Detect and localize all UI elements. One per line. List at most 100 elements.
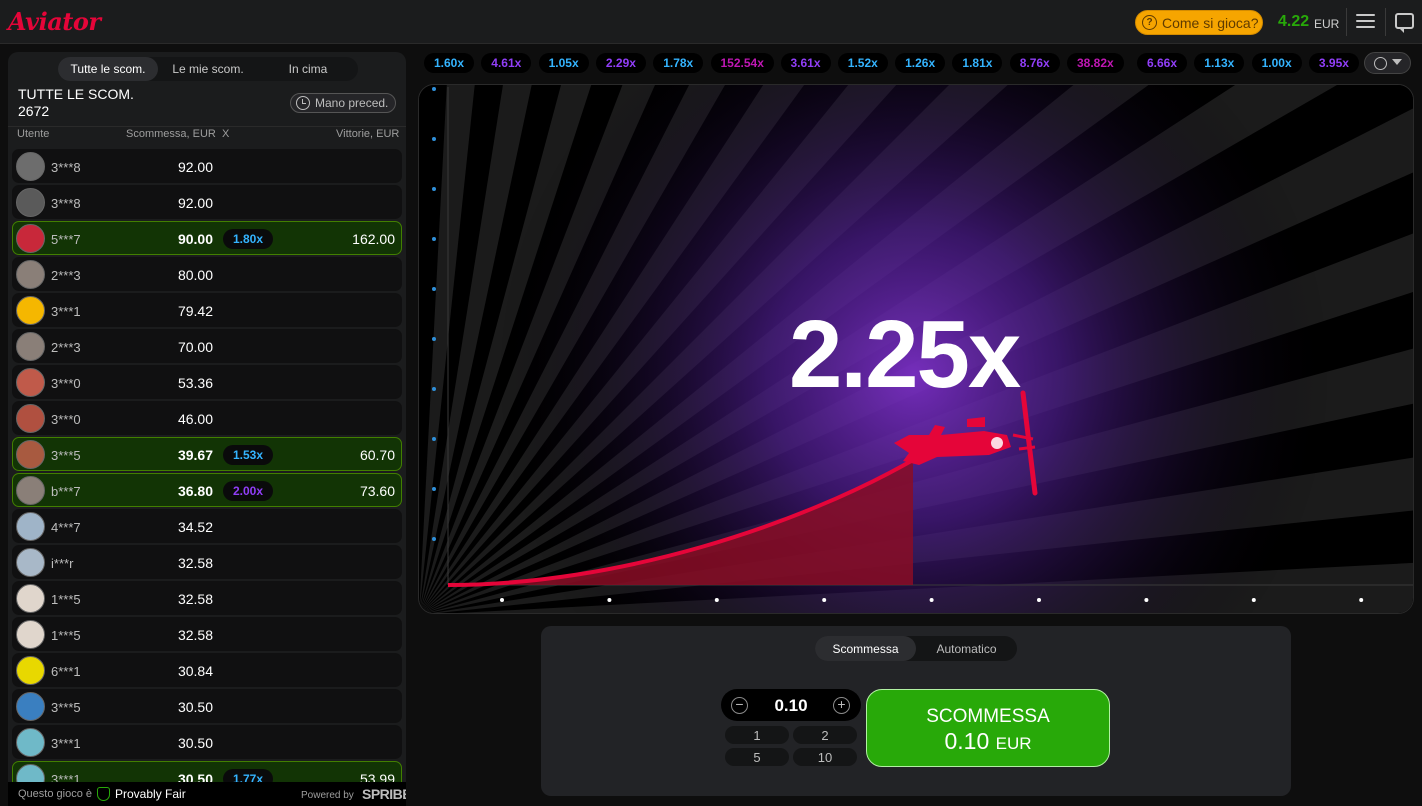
current-multiplier: 2.25x <box>789 301 1021 408</box>
avatar <box>16 728 45 757</box>
bet-row-amount: 34.52 <box>177 519 213 535</box>
footer-prefix: Questo gioco è <box>18 788 92 800</box>
bet-row-user: 6***1 <box>51 664 81 679</box>
bet-row-amount: 92.00 <box>177 159 213 175</box>
bet-row: 3***8 92.00 <box>12 149 402 183</box>
bet-row: b***7 36.80 2.00x 73.60 <box>12 473 402 507</box>
bet-row-amount: 30.50 <box>177 735 213 751</box>
column-headers: Utente Scommessa, EUR X Vittorie, EUR <box>8 128 406 144</box>
bet-row-amount: 36.80 <box>177 483 213 499</box>
avatar <box>16 620 45 649</box>
balance-amount: 4.22 <box>1278 13 1310 30</box>
chevron-down-icon <box>1392 59 1402 65</box>
divider <box>1346 8 1347 36</box>
column-bet: Scommessa, EUR <box>126 128 216 140</box>
plus-icon[interactable]: + <box>833 697 850 714</box>
bet-row-win: 73.60 <box>359 483 395 499</box>
powered-by-label: Powered by <box>301 790 354 801</box>
history-multiplier[interactable]: 1.78x <box>653 53 704 73</box>
history-multiplier[interactable]: 3.61x <box>780 53 831 73</box>
bet-row-user: i***r <box>51 556 74 571</box>
quick-amount-5[interactable]: 5 <box>725 748 789 766</box>
question-icon: ? <box>1142 15 1157 30</box>
history-multiplier[interactable]: 1.05x <box>538 53 589 73</box>
history-multiplier[interactable]: 6.66x <box>1137 53 1188 73</box>
bet-row: 3***0 46.00 <box>12 401 402 435</box>
history-multiplier[interactable]: 1.13x <box>1194 53 1245 73</box>
avatar <box>16 440 45 469</box>
chat-icon[interactable] <box>1395 13 1414 33</box>
avatar <box>16 368 45 397</box>
history-multiplier[interactable]: 1.81x <box>952 53 1003 73</box>
bet-row-amount: 32.58 <box>177 591 213 607</box>
shield-icon <box>97 787 110 801</box>
top-bar: Aviator ? Come si gioca? 4.22 EUR <box>0 0 1422 44</box>
bets-list: 3***8 92.00 3***8 92.00 5***7 90.00 1.80x 162.0… <box>12 149 402 797</box>
avatar <box>16 224 45 253</box>
history-multiplier[interactable]: 1.26x <box>895 53 946 73</box>
bet-row: 2***3 70.00 <box>12 329 402 363</box>
history-multiplier[interactable]: 1.60x <box>424 53 475 73</box>
balance-currency: EUR <box>1314 17 1340 31</box>
bet-row-amount: 39.67 <box>177 447 213 463</box>
how-to-play-label: Come si gioca? <box>1162 14 1259 31</box>
place-bet-button[interactable]: SCOMMESSA 0.10 EUR <box>866 689 1110 767</box>
history-multiplier[interactable]: 38.82x <box>1067 53 1124 73</box>
tab-all-bets[interactable]: Tutte le scom. <box>58 57 158 81</box>
bet-row: 3***0 53.36 <box>12 365 402 399</box>
quick-amount-1[interactable]: 1 <box>725 726 789 744</box>
panel-footer: Questo gioco è Provably Fair Powered by … <box>8 782 406 806</box>
quick-amount-2[interactable]: 2 <box>793 726 857 744</box>
bet-row-amount: 32.58 <box>177 555 213 571</box>
tab-my-bets[interactable]: Le mie scom. <box>158 57 258 81</box>
bet-row-user: 3***5 <box>51 700 81 715</box>
bet-row: 1***5 32.58 <box>12 617 402 651</box>
bet-row: 3***5 39.67 1.53x 60.70 <box>12 437 402 471</box>
bet-row: 5***7 90.00 1.80x 162.00 <box>12 221 402 255</box>
divider <box>1385 8 1386 36</box>
menu-icon[interactable] <box>1356 14 1375 30</box>
how-to-play-button[interactable]: ? Come si gioca? <box>1135 10 1263 35</box>
bet-row-amount: 92.00 <box>177 195 213 211</box>
bet-row-user: 3***0 <box>51 376 81 391</box>
bet-row-amount: 70.00 <box>177 339 213 355</box>
bet-row: 3***5 30.50 <box>12 689 402 723</box>
bet-row-user: 3***0 <box>51 412 81 427</box>
history-multiplier[interactable]: 3.95x <box>1308 53 1359 73</box>
avatar <box>16 548 45 577</box>
history-multiplier[interactable]: 4.61x <box>481 53 532 73</box>
bet-row-multiplier: 1.53x <box>223 445 274 465</box>
bet-row-user: 3***1 <box>51 304 81 319</box>
bet-amount-stepper: − 0.10 + <box>721 689 861 721</box>
history-dropdown-button[interactable] <box>1364 52 1411 74</box>
bet-row: 1***5 32.58 <box>12 581 402 615</box>
bet-row-user: b***7 <box>51 484 81 499</box>
bet-row-win: 162.00 <box>352 231 395 247</box>
provably-fair-link[interactable]: Provably Fair <box>115 787 186 801</box>
avatar <box>16 332 45 361</box>
history-multiplier[interactable]: 152.54x <box>710 53 774 73</box>
tab-auto[interactable]: Automatico <box>916 636 1017 661</box>
avatar <box>16 692 45 721</box>
avatar <box>16 296 45 325</box>
bet-panel: Scommessa Automatico − 0.10 + 1 2 5 10 S… <box>541 626 1291 796</box>
place-bet-currency: EUR <box>995 734 1032 753</box>
previous-hand-button[interactable]: Mano preced. <box>290 93 396 113</box>
history-multiplier[interactable]: 2.29x <box>595 53 646 73</box>
quick-amount-10[interactable]: 10 <box>793 748 857 766</box>
spribe-logo: SPRIBE <box>362 786 406 802</box>
avatar <box>16 584 45 613</box>
bet-row: 3***1 30.50 <box>12 725 402 759</box>
divider <box>8 126 406 127</box>
history-multiplier[interactable]: 1.00x <box>1251 53 1302 73</box>
bet-row-user: 2***3 <box>51 340 81 355</box>
bet-row: i***r 32.58 <box>12 545 402 579</box>
bet-row-user: 1***5 <box>51 592 81 607</box>
column-multiplier: X <box>222 128 230 140</box>
bet-row-multiplier: 2.00x <box>223 481 274 501</box>
tab-bet[interactable]: Scommessa <box>815 636 916 661</box>
history-multiplier[interactable]: 1.52x <box>837 53 888 73</box>
tab-top[interactable]: In cima <box>258 57 358 81</box>
avatar <box>16 404 45 433</box>
history-multiplier[interactable]: 8.76x <box>1009 53 1060 73</box>
